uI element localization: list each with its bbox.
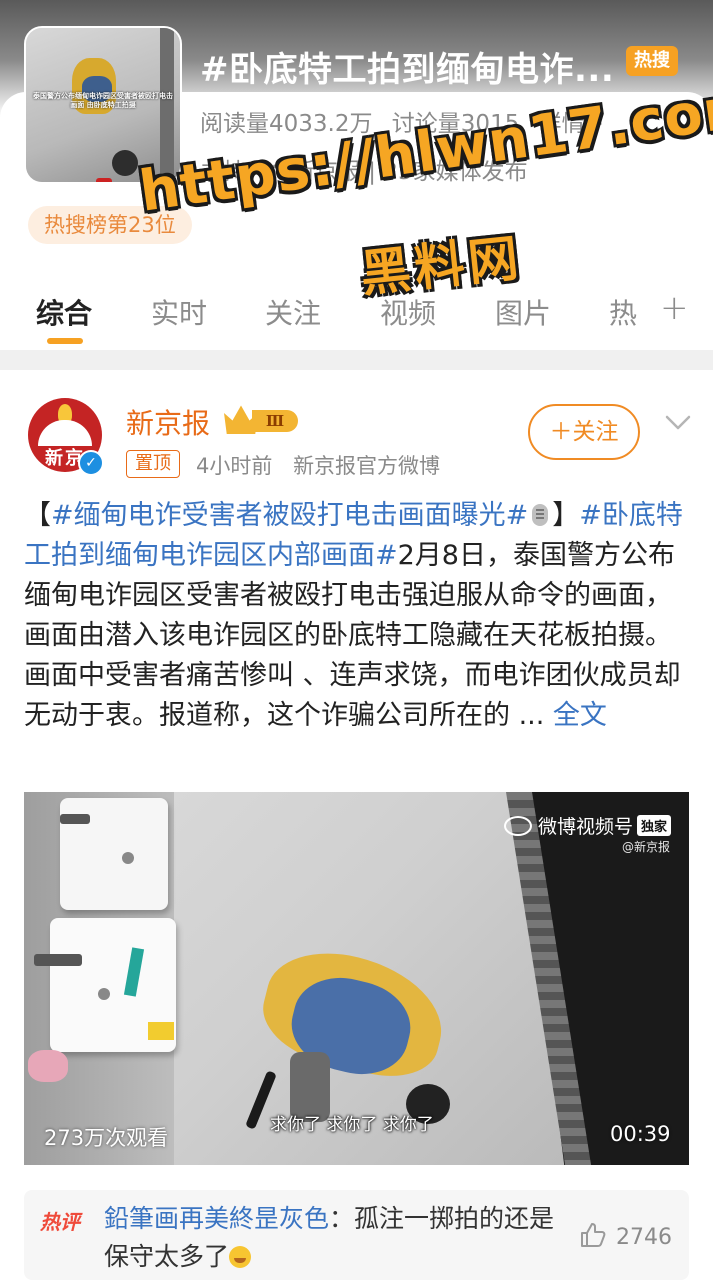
tab-realtime[interactable]: 实时 (151, 292, 207, 332)
video-cloth (28, 1050, 68, 1082)
video-view-count: 273万次观看 (44, 1126, 169, 1150)
post-body: 【#缅甸电诈受害者被殴打电击画面曝光# 】#卧底特工拍到缅甸电诈园区内部画面#2月… (24, 496, 692, 736)
section-divider (0, 350, 713, 370)
hot-comment-text: 鉛筆画再美終昰灰色：孤注一掷拍的还是保守太多了 (104, 1200, 574, 1276)
hot-comment-tag: 热评 (40, 1210, 80, 1234)
post-source: 新京报官方微博 (293, 454, 441, 478)
post-time: 4小时前 (196, 454, 273, 478)
active-tab-indicator (47, 338, 83, 344)
hot-badge: 热搜 (626, 46, 678, 76)
video-drain-lower (98, 988, 110, 1000)
video-tap-upper (60, 814, 90, 824)
vip-level: Ⅲ (252, 410, 298, 432)
hot-comment[interactable]: 热评 鉛筆画再美終昰灰色：孤注一掷拍的还是保守太多了 2746 (24, 1190, 689, 1280)
discussion-count: 讨论量3015 (391, 111, 520, 137)
post-meta: 4小时前 新京报官方微博 (196, 450, 454, 480)
tab-hot[interactable]: 热 (609, 292, 637, 332)
thumbs-up-icon (581, 1223, 606, 1247)
hashtag-link-1[interactable]: #缅甸电诈受害者被殴打电击画面曝光# (51, 500, 528, 531)
topic-thumbnail[interactable]: 泰国警方公布缅甸电诈园区受害者被殴打电击画面 由卧底特工拍摄 (24, 26, 182, 184)
tab-comprehensive[interactable]: 综合 (36, 292, 92, 332)
tab-following[interactable]: 关注 (265, 292, 321, 332)
microphone-icon (532, 504, 549, 526)
pinned-tag: 置顶 (126, 450, 180, 478)
video-drain-upper (122, 852, 134, 864)
video-sponge (148, 1022, 174, 1040)
video-player[interactable]: 微博视频号 独家 @新京报 求你了 求你了 求你了 273万次观看 00:39 (24, 792, 689, 1165)
hot-comment-user[interactable]: 鉛筆画再美終昰灰色 (104, 1204, 329, 1233)
topic-title: #卧底特工拍到缅甸电诈... (200, 50, 615, 90)
expand-full-text-link[interactable]: 全文 (553, 700, 607, 731)
video-brand-name: 微博视频号 (538, 816, 634, 838)
hot-rank-chip[interactable]: 热搜榜第23位 (28, 206, 192, 244)
hot-comment-separator: ： (329, 1204, 355, 1233)
like-count: 2746 (616, 1225, 672, 1250)
bracket-close: 】 (552, 500, 580, 531)
video-brand: 微博视频号 独家 (504, 812, 672, 839)
verified-icon: ✓ (78, 450, 104, 476)
thumbnail-head (112, 150, 138, 176)
topic-host: 主持人：新京报 | 25家媒体发布 (200, 159, 528, 185)
follow-button[interactable]: ＋关注 (528, 404, 640, 460)
like-button[interactable]: 2746 (578, 1220, 672, 1250)
weibo-video-logo-icon (504, 816, 532, 836)
thumbnail-logo-mark (96, 178, 112, 182)
video-duration: 00:39 (610, 1122, 671, 1146)
thumbnail-caption: 泰国警方公布缅甸电诈园区受害者被殴打电击画面 由卧底特工拍摄 (33, 92, 173, 109)
exclusive-badge: 独家 (637, 815, 672, 836)
add-tab-icon[interactable]: + (660, 288, 689, 328)
vip-badge-icon[interactable]: Ⅲ (224, 404, 300, 434)
avatar-arch-icon (38, 420, 92, 446)
video-source: @新京报 (622, 840, 671, 854)
details-link[interactable]: 详情> (539, 111, 604, 137)
video-subtitle: 求你了 求你了 求你了 (270, 1115, 434, 1135)
topic-stats: 阅读量4033.2万 讨论量3015 详情> (200, 104, 616, 138)
video-tap-lower (34, 954, 82, 966)
topic-tabs: 综合 实时 关注 视频 图片 热 + (0, 280, 713, 346)
tab-pictures[interactable]: 图片 (495, 292, 551, 332)
bracket-open: 【 (24, 500, 51, 531)
author-name[interactable]: 新京报 (126, 402, 210, 442)
chevron-down-icon[interactable] (664, 408, 692, 436)
tab-video[interactable]: 视频 (380, 292, 436, 332)
read-count: 阅读量4033.2万 (200, 111, 373, 137)
laughing-emoji-icon (229, 1246, 252, 1268)
